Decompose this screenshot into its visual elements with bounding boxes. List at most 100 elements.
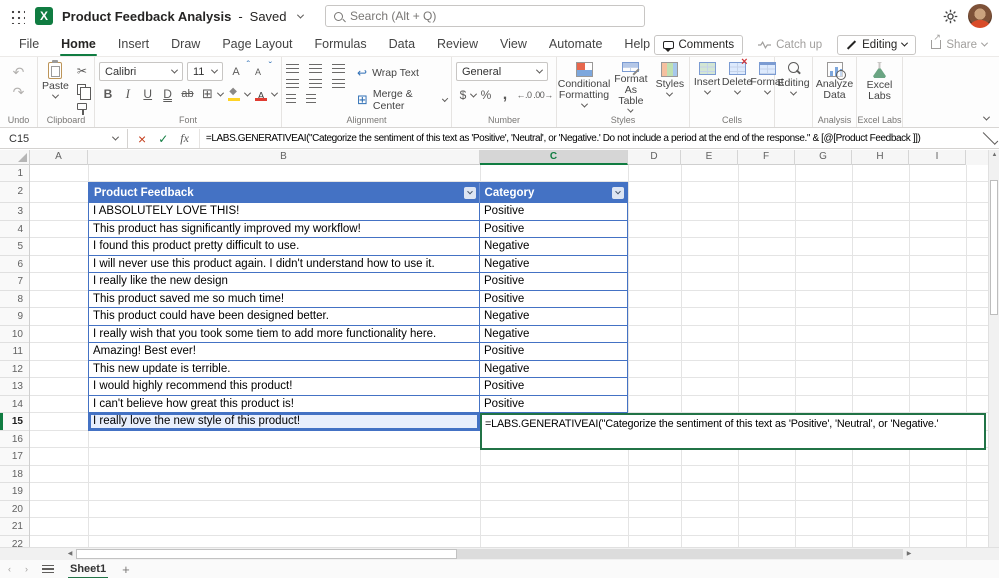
- column-header[interactable]: C: [480, 150, 628, 165]
- feedback-cell[interactable]: Amazing! Best ever!: [88, 343, 480, 360]
- row-header[interactable]: 21: [0, 518, 29, 536]
- feedback-cell[interactable]: I really love the new style of this prod…: [88, 413, 480, 430]
- menu-tab[interactable]: Formulas: [304, 32, 378, 57]
- wrap-text-button[interactable]: Wrap Text: [357, 66, 447, 80]
- column-header[interactable]: A: [30, 150, 88, 165]
- format-as-table-button[interactable]: Format As Table: [611, 62, 651, 113]
- fill-color-button[interactable]: [225, 86, 243, 102]
- all-sheets-menu-icon[interactable]: [42, 565, 54, 573]
- row-header[interactable]: 19: [0, 483, 29, 501]
- filter-button-product-feedback[interactable]: [464, 187, 476, 199]
- scroll-up-arrow[interactable]: ▲: [989, 152, 999, 158]
- copy-button[interactable]: [73, 83, 91, 96]
- editing-dropdown-button[interactable]: Editing: [779, 62, 808, 113]
- user-avatar[interactable]: [968, 4, 992, 28]
- category-cell[interactable]: Negative: [480, 308, 628, 325]
- row-header[interactable]: 8: [0, 291, 29, 309]
- category-cell[interactable]: Positive: [480, 396, 628, 413]
- category-cell[interactable]: Positive: [480, 221, 628, 238]
- row-header[interactable]: 13: [0, 378, 29, 396]
- grid-row[interactable]: [30, 518, 988, 536]
- category-header-cell[interactable]: Category: [480, 183, 627, 203]
- delete-cells-button[interactable]: Delete: [724, 62, 750, 113]
- row-header[interactable]: 17: [0, 448, 29, 466]
- menu-tab[interactable]: Automate: [538, 32, 614, 57]
- chevron-down-icon[interactable]: [271, 89, 278, 96]
- product-feedback-header-cell[interactable]: Product Feedback: [89, 183, 480, 203]
- app-launcher-icon[interactable]: [10, 9, 25, 24]
- add-sheet-button[interactable]: +: [122, 563, 130, 576]
- chevron-down-icon[interactable]: [470, 90, 477, 97]
- increase-font-button[interactable]: [227, 64, 245, 80]
- vertical-scrollbar-thumb[interactable]: [990, 180, 998, 315]
- active-cell-editor[interactable]: =LABS.GENERATIVEAI("Categorize the senti…: [480, 413, 986, 450]
- borders-button[interactable]: [198, 86, 216, 102]
- share-button[interactable]: Share: [923, 35, 995, 55]
- analyze-data-button[interactable]: Analyze Data: [817, 62, 852, 113]
- feedback-cell[interactable]: I can't believe how great this product i…: [88, 396, 480, 413]
- column-header[interactable]: G: [795, 150, 852, 165]
- name-box[interactable]: C15: [0, 129, 128, 148]
- chevron-down-icon[interactable]: [217, 89, 224, 96]
- chevron-down-icon[interactable]: [244, 89, 251, 96]
- feedback-cell[interactable]: This product could have been designed be…: [88, 308, 480, 325]
- vertical-scrollbar[interactable]: ▲: [988, 150, 999, 547]
- select-all-corner[interactable]: [0, 150, 30, 165]
- row-header[interactable]: 20: [0, 501, 29, 519]
- feedback-cell[interactable]: This new update is terrible.: [88, 361, 480, 378]
- category-cell[interactable]: Negative: [480, 256, 628, 273]
- font-size-select[interactable]: 11: [187, 62, 223, 81]
- currency-format-button[interactable]: [456, 87, 470, 103]
- insert-cells-button[interactable]: Insert: [694, 62, 720, 113]
- feedback-cell[interactable]: I found this product pretty difficult to…: [88, 238, 480, 255]
- grid-row[interactable]: [30, 483, 988, 501]
- feedback-cell[interactable]: I would highly recommend this product!: [88, 378, 480, 395]
- excel-labs-button[interactable]: Excel Labs: [861, 62, 898, 113]
- row-header[interactable]: 2: [0, 182, 29, 203]
- row-header[interactable]: 7: [0, 273, 29, 291]
- category-cell[interactable]: Negative: [480, 361, 628, 378]
- italic-button[interactable]: [119, 86, 137, 102]
- formula-bar-input[interactable]: =LABS.GENERATIVEAI("Categorize the senti…: [200, 133, 982, 144]
- column-header[interactable]: F: [738, 150, 795, 165]
- menu-tab[interactable]: View: [489, 32, 538, 57]
- comma-format-button[interactable]: [496, 87, 514, 103]
- merge-center-button[interactable]: Merge & Center: [357, 88, 447, 112]
- document-title[interactable]: Product Feedback Analysis - Saved: [62, 0, 303, 32]
- category-cell[interactable]: Positive: [480, 291, 628, 308]
- category-cell[interactable]: Positive: [480, 273, 628, 290]
- column-header[interactable]: B: [88, 150, 480, 165]
- horizontal-scrollbar[interactable]: ◀ ▶: [0, 547, 999, 560]
- menu-tab[interactable]: Page Layout: [211, 32, 303, 57]
- cancel-entry-icon[interactable]: ×: [138, 132, 146, 146]
- grid-row[interactable]: [30, 466, 988, 484]
- row-header[interactable]: 11: [0, 343, 29, 361]
- align-middle-icon[interactable]: [309, 64, 322, 73]
- grid-row[interactable]: [30, 536, 988, 548]
- increase-decimal-button[interactable]: [515, 87, 533, 103]
- menu-tab[interactable]: Insert: [107, 32, 160, 57]
- grid-row[interactable]: [30, 448, 988, 466]
- row-header[interactable]: 14: [0, 396, 29, 414]
- number-format-select[interactable]: General: [456, 62, 548, 81]
- horizontal-scrollbar-thumb[interactable]: [76, 549, 457, 559]
- row-header[interactable]: 1: [0, 165, 29, 182]
- menu-tab[interactable]: Data: [378, 32, 426, 57]
- column-header[interactable]: E: [681, 150, 738, 165]
- row-header[interactable]: 6: [0, 256, 29, 274]
- feedback-cell[interactable]: This product has significantly improved …: [88, 221, 480, 238]
- grid-row[interactable]: [30, 165, 988, 182]
- underline-button[interactable]: [139, 86, 157, 102]
- row-header[interactable]: 9: [0, 308, 29, 326]
- sheet-tab-sheet1[interactable]: Sheet1: [68, 563, 108, 575]
- excel-logo-icon[interactable]: [35, 7, 53, 25]
- menu-tab[interactable]: File: [8, 32, 50, 57]
- category-cell[interactable]: Positive: [480, 203, 628, 220]
- decrease-decimal-button[interactable]: [534, 87, 552, 103]
- menu-tab[interactable]: Draw: [160, 32, 211, 57]
- row-header[interactable]: 16: [0, 431, 29, 449]
- enter-entry-icon[interactable]: ✓: [158, 132, 168, 146]
- column-header[interactable]: H: [852, 150, 909, 165]
- row-header[interactable]: 10: [0, 326, 29, 344]
- row-header[interactable]: 4: [0, 221, 29, 239]
